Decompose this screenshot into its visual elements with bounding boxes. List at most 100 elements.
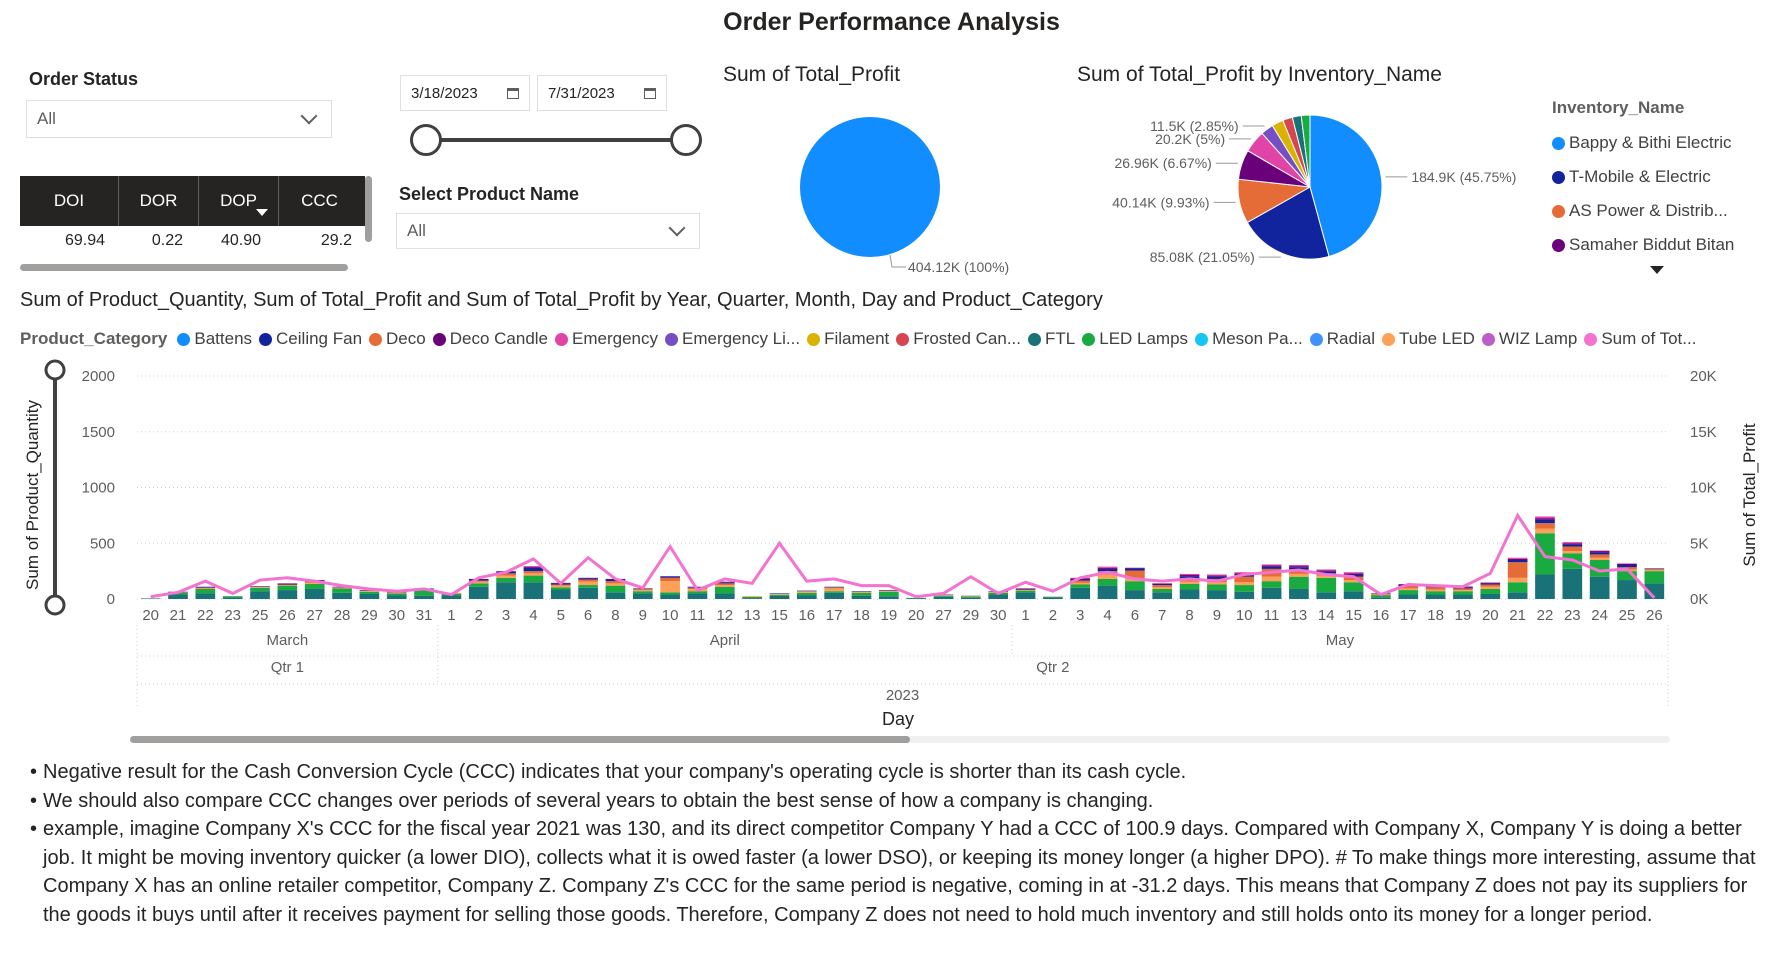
bar-segment[interactable]: [523, 573, 544, 576]
bar-segment[interactable]: [1125, 567, 1145, 569]
bar-segment[interactable]: [605, 585, 626, 593]
bar-segment[interactable]: [496, 577, 516, 583]
bar-segment[interactable]: [1125, 568, 1145, 571]
bar-segment[interactable]: [277, 583, 298, 585]
bar-segment[interactable]: [851, 595, 872, 599]
bar-segment[interactable]: [1207, 590, 1227, 599]
start-date-input[interactable]: 3/18/2023: [400, 75, 530, 111]
bar-segment[interactable]: [824, 586, 844, 588]
bar-segment[interactable]: [1070, 584, 1091, 588]
bar-segment[interactable]: [550, 589, 571, 599]
bar-segment[interactable]: [359, 591, 380, 594]
bar-segment[interactable]: [824, 591, 844, 593]
bar-segment[interactable]: [851, 592, 872, 593]
bar-segment[interactable]: [1425, 591, 1446, 595]
bar-segment[interactable]: [961, 597, 981, 599]
date-slider-end-handle[interactable]: [670, 124, 702, 156]
bar-segment[interactable]: [1152, 585, 1173, 588]
bar-segment[interactable]: [1562, 544, 1583, 547]
bar-segment[interactable]: [1453, 594, 1473, 599]
bar-segment[interactable]: [632, 591, 653, 594]
legend-item[interactable]: WIZ Lamp: [1481, 329, 1577, 349]
bar-segment[interactable]: [851, 592, 872, 596]
legend-item[interactable]: Meson Pa...: [1195, 329, 1303, 349]
bar-segment[interactable]: [1179, 583, 1200, 590]
bar-segment[interactable]: [468, 586, 489, 599]
end-date-input[interactable]: 7/31/2023: [537, 75, 667, 111]
bar-segment[interactable]: [1289, 576, 1309, 589]
bar-segment[interactable]: [1480, 588, 1501, 594]
bar-segment[interactable]: [1617, 580, 1637, 599]
bar-segment[interactable]: [1562, 542, 1583, 544]
bar-segment[interactable]: [660, 576, 680, 577]
bar-segment[interactable]: [1097, 566, 1118, 568]
bar-segment[interactable]: [1507, 559, 1528, 563]
profit-pie-slice[interactable]: [800, 117, 940, 257]
bar-segment[interactable]: [195, 587, 216, 588]
bar-segment[interactable]: [1644, 570, 1665, 572]
legend-item[interactable]: Deco: [369, 329, 426, 349]
bar-segment[interactable]: [414, 595, 434, 599]
bar-segment[interactable]: [277, 584, 298, 586]
bar-segment[interactable]: [195, 588, 216, 589]
legend-item[interactable]: Deco Candle: [432, 329, 548, 349]
legend-item[interactable]: LED Lamps: [1082, 329, 1188, 349]
bar-segment[interactable]: [250, 586, 270, 587]
legend-item[interactable]: Emergency Li...: [664, 329, 800, 349]
bar-segment[interactable]: [878, 596, 899, 599]
bar-segment[interactable]: [578, 587, 598, 599]
bar-segment[interactable]: [605, 583, 626, 586]
bar-segment[interactable]: [1480, 586, 1501, 589]
table-vertical-scrollbar[interactable]: [365, 176, 372, 242]
bar-segment[interactable]: [824, 587, 844, 589]
bar-segment[interactable]: [1453, 590, 1473, 592]
bar-segment[interactable]: [195, 586, 216, 588]
bar-segment[interactable]: [359, 593, 380, 599]
bar-segment[interactable]: [1507, 557, 1528, 559]
bar-segment[interactable]: [578, 578, 598, 580]
bar-segment[interactable]: [1316, 570, 1337, 572]
bar-segment[interactable]: [1617, 564, 1637, 568]
bar-segment[interactable]: [878, 591, 899, 592]
bar-segment[interactable]: [1261, 566, 1282, 569]
legend-item[interactable]: Filament: [807, 329, 889, 349]
bar-segment[interactable]: [332, 592, 352, 599]
order-status-dropdown[interactable]: All: [26, 100, 332, 138]
bar-segment[interactable]: [660, 594, 680, 599]
bar-segment[interactable]: [1535, 518, 1555, 520]
column-header-dor[interactable]: DOR: [119, 176, 199, 226]
column-header-doi[interactable]: DOI: [20, 176, 119, 226]
bar-segment[interactable]: [1507, 592, 1528, 599]
bar-segment[interactable]: [1152, 592, 1173, 599]
product-name-dropdown[interactable]: All: [396, 213, 700, 249]
bar-segment[interactable]: [1535, 533, 1555, 575]
bar-segment[interactable]: [1507, 558, 1528, 560]
bar-segment[interactable]: [140, 598, 161, 599]
bar-segment[interactable]: [1043, 596, 1063, 598]
bar-segment[interactable]: [933, 596, 954, 599]
bar-segment[interactable]: [1316, 569, 1337, 571]
legend-item[interactable]: Ceiling Fan: [259, 329, 362, 349]
bar-segment[interactable]: [632, 590, 653, 592]
bar-segment[interactable]: [1015, 590, 1036, 591]
bar-segment[interactable]: [1261, 587, 1282, 599]
bar-segment[interactable]: [250, 587, 270, 592]
bar-segment[interactable]: [222, 596, 243, 598]
bar-segment[interactable]: [1289, 564, 1309, 567]
bar-segment[interactable]: [1535, 574, 1555, 599]
bar-segment[interactable]: [1507, 582, 1528, 593]
bar-segment[interactable]: [878, 590, 899, 592]
bar-segment[interactable]: [1015, 588, 1036, 590]
bar-segment[interactable]: [1562, 546, 1583, 552]
legend-scroll-down-icon[interactable]: [1650, 266, 1664, 274]
bar-segment[interactable]: [1507, 577, 1528, 583]
bar-segment[interactable]: [1043, 597, 1063, 599]
bar-segment[interactable]: [1343, 573, 1364, 575]
bar-segment[interactable]: [1617, 563, 1637, 564]
bar-segment[interactable]: [1015, 590, 1036, 593]
bar-segment[interactable]: [1480, 582, 1501, 583]
bar-segment[interactable]: [523, 582, 544, 599]
bar-segment[interactable]: [1562, 551, 1583, 554]
bar-segment[interactable]: [769, 594, 790, 596]
bar-segment[interactable]: [1070, 582, 1091, 585]
